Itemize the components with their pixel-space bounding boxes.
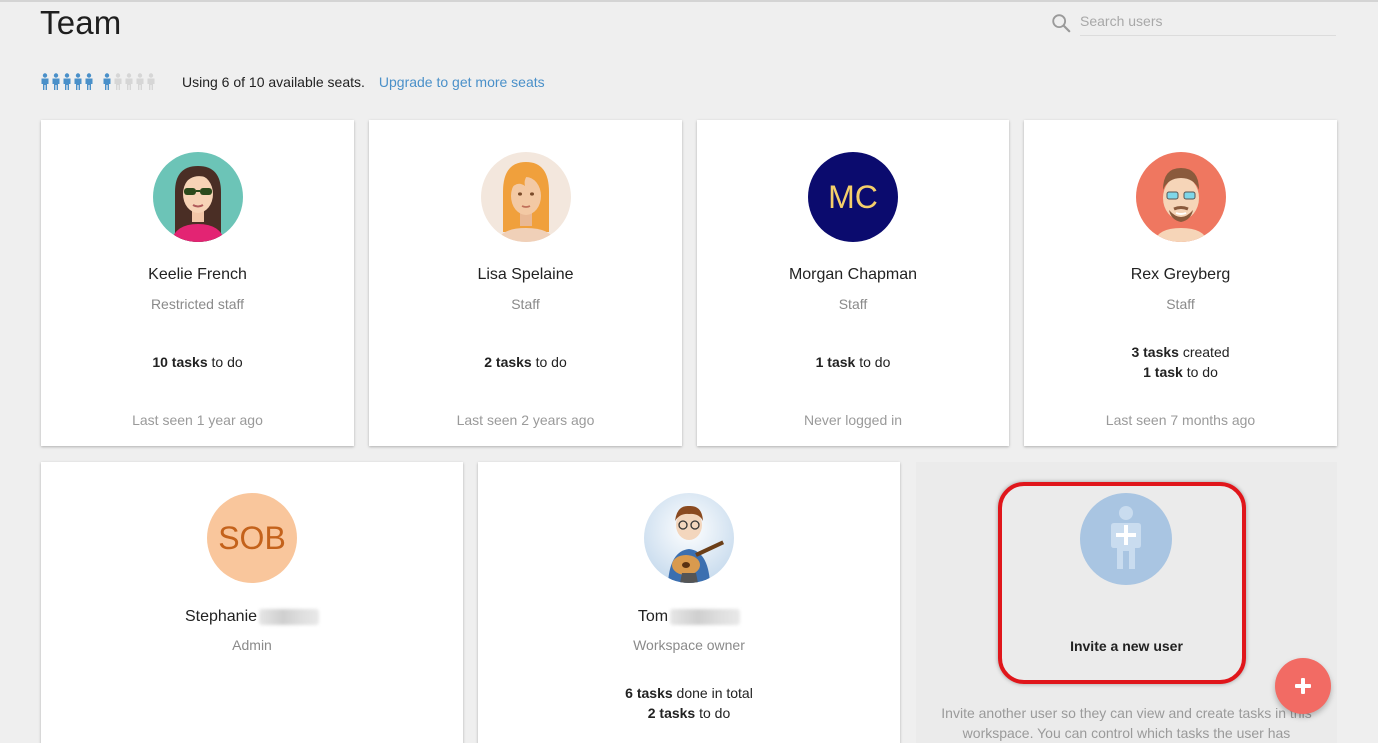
user-role: Workspace owner bbox=[633, 637, 745, 653]
task-count: 2 tasks bbox=[484, 354, 532, 370]
seat-used-icon bbox=[103, 73, 111, 90]
task-count-suffix: to do bbox=[207, 354, 243, 370]
seat-free-icon bbox=[147, 73, 155, 90]
user-card[interactable]: Keelie French Restricted staff 10 tasks … bbox=[41, 120, 354, 446]
user-name: Morgan Chapman bbox=[788, 266, 918, 283]
task-count: 6 tasks bbox=[625, 685, 673, 701]
avatar bbox=[480, 152, 571, 242]
task-count: 1 task bbox=[1143, 364, 1183, 380]
task-count-suffix: to do bbox=[531, 354, 567, 370]
user-role: Staff bbox=[511, 296, 540, 312]
invite-user-card[interactable]: Invite a new user Invite another user so… bbox=[916, 462, 1337, 743]
redacted-surname bbox=[259, 608, 320, 625]
seat-usage-text: Using 6 of 10 available seats. bbox=[182, 74, 365, 90]
redacted-surname bbox=[670, 608, 741, 625]
avatar bbox=[644, 493, 734, 583]
last-seen: Last seen 2 years ago bbox=[456, 412, 595, 428]
avatar-initials: SOB bbox=[207, 493, 297, 583]
seat-used-icon bbox=[63, 73, 71, 90]
task-summary: 6 tasks done in total 2 tasks to do bbox=[478, 683, 900, 723]
search-bar bbox=[1050, 10, 1336, 36]
user-name-row: Tom bbox=[478, 608, 900, 626]
add-user-icon[interactable] bbox=[1080, 493, 1172, 585]
task-count-suffix: to do bbox=[695, 705, 731, 721]
seat-indicator bbox=[40, 73, 156, 91]
user-card[interactable]: MC Morgan Chapman Staff 1 task to do Nev… bbox=[697, 120, 1009, 446]
user-name-row: Stephanie bbox=[41, 608, 463, 626]
user-name: Tom bbox=[637, 608, 669, 625]
task-count: 1 task bbox=[815, 354, 856, 370]
avatar-initials: MC bbox=[808, 152, 898, 242]
user-name: Lisa Spelaine bbox=[477, 266, 574, 283]
task-count: 2 tasks bbox=[647, 705, 696, 721]
invite-user-label[interactable]: Invite a new user bbox=[916, 638, 1337, 654]
user-name: Keelie French bbox=[148, 266, 247, 283]
upgrade-seats-link[interactable]: Upgrade to get more seats bbox=[379, 74, 545, 90]
user-role: Staff bbox=[1166, 296, 1195, 312]
task-summary: 3 tasks created 1 task to do bbox=[1024, 342, 1337, 382]
last-seen: Never logged in bbox=[803, 412, 903, 428]
seat-group-gap bbox=[95, 73, 101, 91]
search-icon[interactable] bbox=[1050, 12, 1072, 34]
user-role: Staff bbox=[838, 296, 868, 312]
seat-used-icon bbox=[52, 73, 60, 90]
avatar bbox=[1135, 152, 1226, 242]
seat-free-icon bbox=[114, 73, 122, 90]
task-summary: 1 task to do bbox=[697, 352, 1009, 372]
user-role: Admin bbox=[232, 637, 272, 653]
seat-used-icon bbox=[85, 73, 93, 90]
top-divider bbox=[0, 0, 1378, 2]
page-title: Team bbox=[40, 4, 122, 41]
seat-used-icon bbox=[41, 73, 49, 90]
user-name: Stephanie bbox=[184, 608, 258, 625]
seat-used-icon bbox=[74, 73, 82, 90]
task-count-suffix: to do bbox=[855, 354, 891, 370]
invite-user-description: Invite another user so they can view and… bbox=[941, 705, 1312, 741]
seat-usage: Using 6 of 10 available seats. Upgrade t… bbox=[40, 72, 545, 92]
user-card[interactable]: Lisa Spelaine Staff 2 tasks to do Last s… bbox=[369, 120, 682, 446]
user-card[interactable]: Tom Workspace owner 6 tasks done in tota… bbox=[478, 462, 900, 743]
task-count: 3 tasks bbox=[1131, 344, 1179, 360]
user-card[interactable]: Rex Greyberg Staff 3 tasks created 1 tas… bbox=[1024, 120, 1337, 446]
team-page: Team Using 6 of 10 available seats. Upgr… bbox=[0, 0, 1378, 743]
plus-icon bbox=[1295, 678, 1311, 694]
add-button[interactable] bbox=[1275, 658, 1331, 714]
last-seen: Last seen 7 months ago bbox=[1105, 412, 1256, 428]
user-card[interactable]: SOB Stephanie Admin bbox=[41, 462, 463, 743]
task-count: 10 tasks bbox=[152, 354, 208, 370]
seat-free-icon bbox=[136, 73, 144, 90]
seat-free-icon bbox=[125, 73, 133, 90]
user-role: Restricted staff bbox=[150, 296, 245, 312]
task-count-suffix: to do bbox=[1182, 364, 1218, 380]
user-name: Rex Greyberg bbox=[1130, 266, 1231, 283]
search-input[interactable] bbox=[1080, 10, 1336, 36]
task-summary: 10 tasks to do bbox=[41, 352, 354, 372]
task-count-suffix: done in total bbox=[672, 685, 753, 701]
task-summary: 2 tasks to do bbox=[369, 352, 682, 372]
avatar bbox=[152, 152, 243, 242]
task-count-suffix: created bbox=[1178, 344, 1230, 360]
last-seen: Last seen 1 year ago bbox=[132, 412, 263, 428]
